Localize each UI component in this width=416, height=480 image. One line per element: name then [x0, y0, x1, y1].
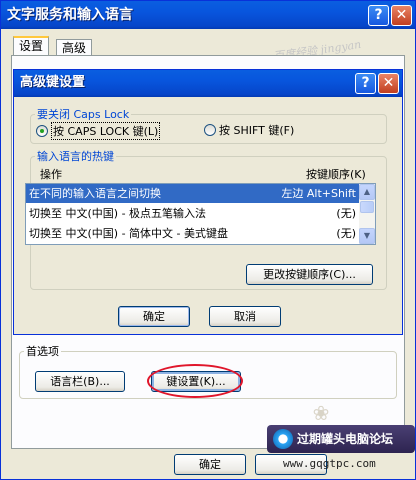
logo-circle-icon	[273, 429, 293, 449]
change-key-sequence-button[interactable]: 更改按键顺序(C)...	[246, 264, 373, 285]
language-bar-button[interactable]: 语言栏(B)...	[35, 371, 125, 392]
outer-title: 文字服务和输入语言	[7, 7, 133, 23]
scroll-thumb[interactable]	[360, 201, 374, 213]
list-item-keys: (无)	[336, 227, 356, 240]
list-item[interactable]: 切换至 中文(中国) - 极点五笔输入法 (无)	[26, 204, 360, 223]
inner-help-button[interactable]: ?	[355, 73, 376, 94]
preferences-legend: 首选项	[26, 345, 59, 358]
hotkey-list[interactable]: 在不同的输入语言之间切换 左边 Alt+Shift 切换至 中文(中国) - 极…	[25, 183, 376, 245]
radio-dot	[204, 124, 216, 136]
scroll-up-icon[interactable]: ▲	[359, 184, 375, 200]
list-item-keys: (无)	[336, 207, 356, 220]
logo-badge: 过期罐头电脑论坛	[267, 425, 415, 453]
list-item[interactable]: 切换至 中文(中国) - 简体中文 - 美式键盘 (无)	[26, 224, 360, 243]
caps-lock-radio[interactable]: 按 CAPS LOCK 键(L)	[36, 122, 161, 140]
highlight-oval	[147, 364, 243, 398]
list-scrollbar[interactable]: ▲ ▼	[359, 184, 375, 244]
list-item-action: 在不同的输入语言之间切换	[29, 187, 161, 200]
tab-settings[interactable]: 设置	[13, 36, 50, 57]
list-item-action: 切换至 中文(中国) - 简体中文 - 美式键盘	[29, 227, 229, 240]
outer-window: 文字服务和输入语言 ? ✕ 设置 高级 百度经验 jingyan 首选项 语言栏…	[0, 0, 416, 480]
forum-logo: 过期罐头电脑论坛 www.gqgtpc.com	[267, 425, 415, 479]
list-item[interactable]: 在不同的输入语言之间切换 左边 Alt+Shift	[26, 184, 360, 203]
col-action-header: 操作	[40, 168, 62, 181]
outer-close-button[interactable]: ✕	[391, 5, 412, 26]
shift-radio[interactable]: 按 SHIFT 键(F)	[204, 122, 294, 138]
inner-titlebar[interactable]: 高级键设置	[14, 70, 402, 97]
outer-titlebar[interactable]: 文字服务和输入语言	[1, 1, 415, 29]
inner-title: 高级键设置	[20, 75, 86, 90]
shift-label: 按 SHIFT 键(F)	[219, 124, 295, 137]
radio-dot	[36, 125, 48, 137]
scroll-down-icon[interactable]: ▼	[359, 228, 375, 244]
paw-watermark-icon: ❀	[312, 401, 330, 425]
caps-lock-legend: 要关闭 Caps Lock	[37, 108, 130, 121]
hotkey-legend: 输入语言的热键	[37, 150, 114, 163]
footer-ok-button[interactable]: 确定	[174, 454, 246, 475]
caps-lock-label: 按 CAPS LOCK 键(L)	[51, 122, 161, 140]
inner-ok-button[interactable]: 确定	[118, 306, 190, 327]
list-item-keys: 左边 Alt+Shift	[281, 187, 356, 200]
list-item-action: 切换至 中文(中国) - 极点五笔输入法	[29, 207, 207, 220]
logo-name: 过期罐头电脑论坛	[297, 432, 394, 446]
logo-url: www.gqgtpc.com	[283, 457, 376, 470]
inner-cancel-button[interactable]: 取消	[209, 306, 281, 327]
inner-close-button[interactable]: ✕	[378, 73, 399, 94]
outer-help-button[interactable]: ?	[368, 5, 389, 26]
col-sequence-header: 按键顺序(K)	[306, 168, 366, 181]
